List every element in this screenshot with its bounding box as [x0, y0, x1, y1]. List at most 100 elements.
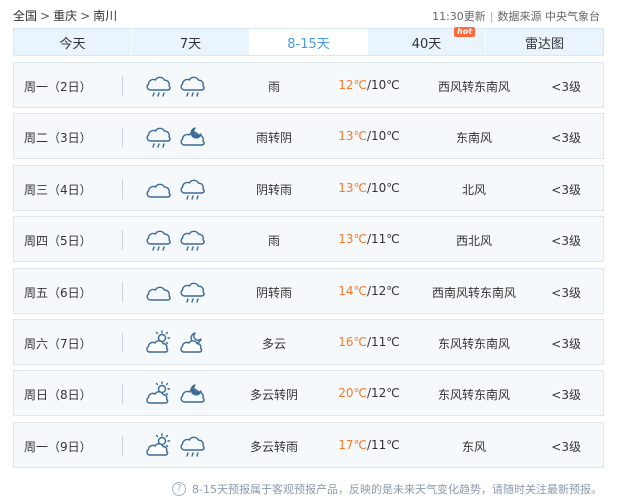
- rain-cloud-icon: [144, 226, 172, 254]
- forecast-day-row[interactable]: 周一（9日） 多云转雨 17℃/11℃ 东风 <3级: [13, 421, 604, 468]
- row-divider: [122, 178, 123, 199]
- high-temperature: 16℃: [338, 334, 367, 349]
- weather-icons: [144, 175, 206, 203]
- temperature: 12℃/10℃: [329, 78, 409, 92]
- breadcrumb: 全国 > 重庆 > 南川: [13, 7, 117, 24]
- temperature: 13℃/10℃: [329, 129, 409, 143]
- partly-cloudy-sun-icon: [144, 380, 172, 408]
- partly-cloudy-moon-icon: [178, 329, 206, 357]
- wind-direction: 东风转东南风: [437, 336, 510, 351]
- tab-8-15-days[interactable]: 8-15天: [250, 29, 368, 55]
- forecast-tabs: 今天 7天 8-15天 40天 hot 雷达图: [13, 27, 604, 56]
- row-divider: [122, 384, 123, 405]
- weather-icons: [144, 329, 206, 357]
- overcast-cloud-icon: [144, 278, 172, 306]
- forecast-day-row[interactable]: 周三（4日） 阴转雨 13℃/10℃ 北风 <3级: [13, 164, 604, 211]
- high-temperature: 14℃: [338, 283, 367, 298]
- wind-level: <3级: [551, 336, 581, 351]
- wind-level: <3级: [551, 131, 581, 146]
- forecast-day-row[interactable]: 周五（6日） 阴转雨 14℃/12℃ 西南风转东南风 <3级: [13, 267, 604, 314]
- breadcrumb-separator: >: [80, 9, 91, 23]
- day-date: 周二（3日）: [24, 131, 92, 146]
- day-date: 周五（6日）: [24, 285, 92, 300]
- day-date: 周六（7日）: [24, 336, 92, 351]
- breadcrumb-separator: >: [40, 9, 51, 23]
- day-date: 周四（5日）: [24, 234, 92, 249]
- low-temperature: /11℃: [366, 334, 400, 349]
- rain-cloud-icon: [178, 72, 206, 100]
- day-date: 周日（8日）: [24, 388, 92, 403]
- tab-40-days[interactable]: 40天 hot: [368, 27, 486, 55]
- partly-cloudy-sun-icon: [144, 432, 172, 460]
- wind-direction: 西南风转东南风: [431, 285, 516, 300]
- temperature: 13℃/10℃: [329, 181, 409, 195]
- tab-label: 今天: [59, 36, 86, 52]
- rain-cloud-icon: [178, 278, 206, 306]
- row-divider: [122, 332, 123, 353]
- day-date: 周一（9日）: [24, 439, 92, 454]
- breadcrumb-province[interactable]: 重庆: [53, 9, 77, 23]
- wind-level: <3级: [551, 80, 581, 94]
- overcast-night-icon: [178, 123, 206, 151]
- weather-condition: 阴转雨: [255, 285, 292, 300]
- forecast-day-row[interactable]: 周一（2日） 雨 12℃/10℃ 西风转东南风 <3级: [13, 62, 604, 108]
- low-temperature: /12℃: [366, 386, 400, 401]
- update-divider: |: [489, 10, 494, 23]
- breadcrumb-country[interactable]: 全国: [13, 9, 37, 23]
- weather-condition: 雨: [267, 80, 280, 94]
- low-temperature: /10℃: [366, 129, 400, 144]
- temperature: 17℃/11℃: [329, 438, 409, 452]
- wind-direction: 东风转东南风: [437, 388, 510, 403]
- wind-level: <3级: [551, 182, 581, 197]
- forecast-day-row[interactable]: 周日（8日） 多云转阴 20℃/12℃ 东风转东南风 <3级: [13, 370, 604, 417]
- low-temperature: /11℃: [366, 232, 400, 247]
- weather-condition: 雨: [267, 234, 280, 249]
- wind-direction: 西风转东南风: [437, 80, 510, 94]
- forecast-day-row[interactable]: 周二（3日） 雨转阴 13℃/10℃ 东南风 <3级: [13, 113, 604, 160]
- weather-condition: 多云: [261, 336, 286, 351]
- row-divider: [122, 127, 123, 148]
- tab-7-days[interactable]: 7天: [132, 29, 250, 55]
- row-divider: [122, 281, 123, 302]
- rain-cloud-icon: [144, 123, 172, 151]
- weather-condition: 多云转雨: [249, 439, 298, 454]
- high-temperature: 20℃: [338, 386, 367, 401]
- row-divider: [122, 230, 123, 251]
- forecast-note: ? 8-15天预报属于客观预报产品，反映的是未来天气变化趋势，请随时关注最新预报…: [172, 481, 612, 497]
- weather-icons: [144, 432, 206, 460]
- high-temperature: 13℃: [338, 129, 367, 144]
- partly-cloudy-sun-icon: [144, 329, 172, 357]
- tab-radar[interactable]: 雷达图: [486, 29, 603, 55]
- forecast-day-row[interactable]: 周四（5日） 雨 13℃/11℃ 西北风 <3级: [13, 216, 604, 263]
- help-icon[interactable]: ?: [172, 482, 186, 496]
- tab-label: 7天: [179, 36, 202, 52]
- rain-cloud-icon: [178, 175, 206, 203]
- low-temperature: /10℃: [366, 180, 400, 195]
- forecast-list: 周一（2日）雨 12℃/10℃ 西风转东南风 <3级 周二（3日） 雨转阴 13℃/10℃ 东…: [13, 62, 604, 473]
- wind-level: <3级: [551, 234, 581, 249]
- high-temperature: 12℃: [338, 78, 367, 92]
- rain-cloud-icon: [178, 432, 206, 460]
- note-text: 8-15天预报属于客观预报产品，反映的是未来天气变化趋势，请随时关注最新预报。: [192, 483, 602, 496]
- data-source: 数据来源 中央气象台: [497, 10, 601, 23]
- update-time: 11:30更新: [432, 10, 486, 23]
- wind-direction: 东风: [461, 439, 486, 454]
- day-date: 周一（2日）: [24, 80, 92, 94]
- wind-level: <3级: [551, 388, 581, 403]
- top-bar: 全国 > 重庆 > 南川 11:30更新 | 数据来源 中央气象台: [0, 0, 618, 26]
- wind-direction: 东南风: [455, 131, 492, 146]
- tab-label: 40天: [411, 36, 442, 52]
- weather-icons: [144, 123, 206, 151]
- weather-icons: [144, 380, 206, 408]
- weather-condition: 雨转阴: [255, 131, 292, 146]
- tab-today[interactable]: 今天: [14, 29, 132, 55]
- overcast-cloud-icon: [144, 175, 172, 203]
- temperature: 13℃/11℃: [329, 232, 409, 246]
- temperature: 20℃/12℃: [329, 386, 409, 400]
- low-temperature: /10℃: [366, 78, 400, 92]
- low-temperature: /11℃: [366, 437, 400, 452]
- forecast-day-row[interactable]: 周六（7日） 多云 16℃/11℃ 东风转东南风 <3级: [13, 318, 604, 365]
- high-temperature: 13℃: [338, 180, 367, 195]
- wind-direction: 西北风: [455, 234, 492, 249]
- weather-icons: [144, 278, 206, 306]
